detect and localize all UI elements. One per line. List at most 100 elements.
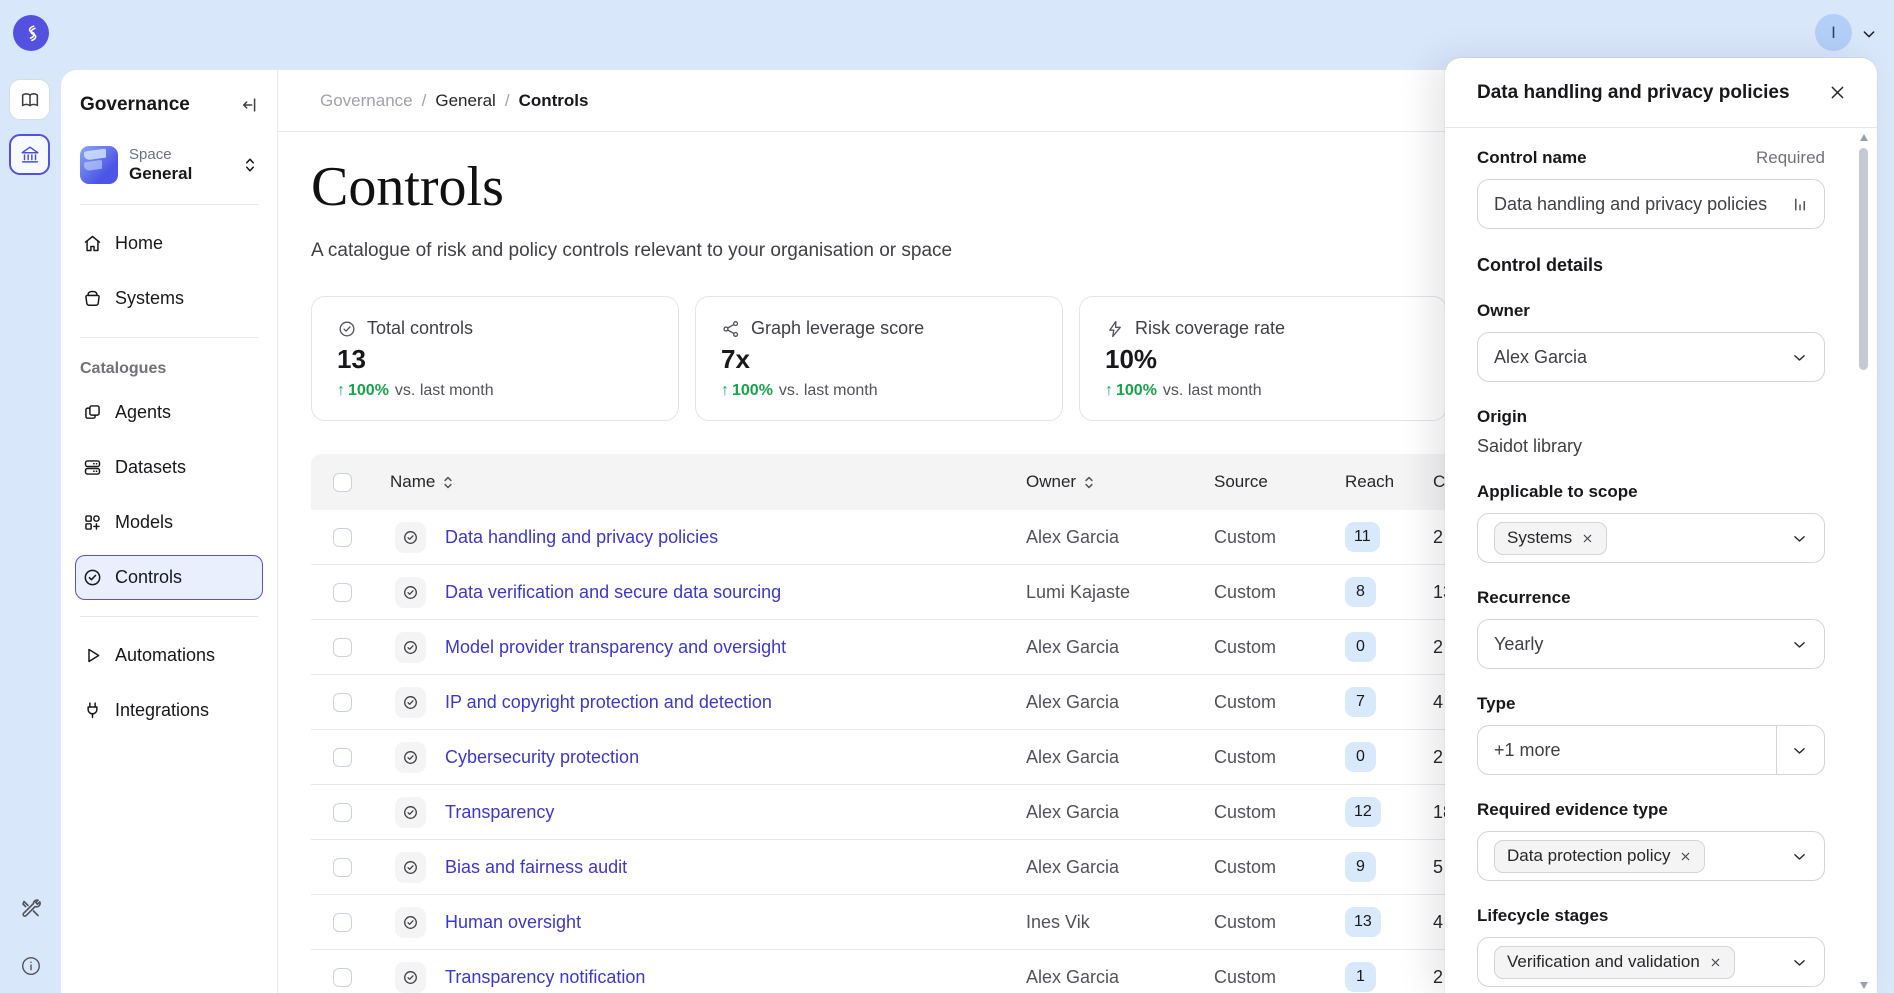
- trend-up-icon: ↑: [337, 382, 345, 400]
- sidebar-item-home[interactable]: Home: [75, 221, 263, 266]
- scroll-up-icon[interactable]: [1860, 134, 1868, 141]
- scope-select[interactable]: Systems: [1477, 513, 1825, 563]
- home-icon: [82, 233, 103, 254]
- column-header-source[interactable]: Source: [1214, 472, 1345, 492]
- owner-cell: Alex Garcia: [1026, 967, 1214, 988]
- sidebar-item-label: Agents: [115, 402, 171, 423]
- recurrence-select[interactable]: Yearly: [1477, 619, 1825, 669]
- trend-label: vs. last month: [779, 382, 878, 400]
- control-status-icon: [395, 797, 426, 828]
- trend-label: vs. last month: [1163, 382, 1262, 400]
- avatar[interactable]: I: [1815, 14, 1852, 51]
- table-row[interactable]: Cybersecurity protection Alex Garcia Cus…: [311, 730, 1551, 785]
- table-row[interactable]: Data handling and privacy policies Alex …: [311, 510, 1551, 565]
- sidebar-item-datasets[interactable]: Datasets: [75, 445, 263, 490]
- control-name-link[interactable]: Bias and fairness audit: [425, 857, 1026, 878]
- breadcrumb-separator: /: [505, 91, 510, 111]
- section-title: Control details: [1477, 255, 1825, 276]
- table-row[interactable]: Bias and fairness audit Alex Garcia Cust…: [311, 840, 1551, 895]
- sort-icon[interactable]: [1083, 475, 1095, 490]
- sidebar-collapse-button[interactable]: [240, 95, 260, 115]
- column-header-owner[interactable]: Owner: [1026, 472, 1076, 492]
- chip-remove-icon[interactable]: [1709, 956, 1722, 969]
- stat-value: 7x: [721, 344, 1037, 375]
- row-checkbox[interactable]: [333, 858, 352, 877]
- account-chevron-down-icon[interactable]: [1861, 26, 1877, 42]
- type-label: Type: [1477, 694, 1825, 714]
- control-name-link[interactable]: Model provider transparency and oversigh…: [425, 637, 1026, 658]
- lifecycle-label: Lifecycle stages: [1477, 906, 1825, 926]
- table-row[interactable]: Data verification and secure data sourci…: [311, 565, 1551, 620]
- row-checkbox[interactable]: [333, 748, 352, 767]
- space-selector[interactable]: Space General: [75, 142, 263, 188]
- sidebar-item-systems[interactable]: Systems: [75, 276, 263, 321]
- info-icon[interactable]: [20, 955, 42, 977]
- control-name-input[interactable]: Data handling and privacy policies: [1477, 179, 1825, 229]
- row-checkbox[interactable]: [333, 528, 352, 547]
- select-all-checkbox[interactable]: [333, 473, 352, 492]
- sort-icon[interactable]: [442, 475, 454, 490]
- owner-cell: Alex Garcia: [1026, 692, 1214, 713]
- breadcrumb-general[interactable]: General: [435, 91, 495, 111]
- chip-remove-icon[interactable]: [1581, 532, 1594, 545]
- evidence-select[interactable]: Data protection policy: [1477, 831, 1825, 881]
- control-name-link[interactable]: Cybersecurity protection: [425, 747, 1026, 768]
- share-icon: [721, 319, 741, 339]
- chevrons-updown-icon: [242, 156, 258, 174]
- app-root: I: [0, 0, 1894, 993]
- reach-badge: 11: [1345, 522, 1380, 552]
- sidebar-section-label: Catalogues: [80, 360, 277, 378]
- table-row[interactable]: IP and copyright protection and detectio…: [311, 675, 1551, 730]
- row-checkbox[interactable]: [333, 913, 352, 932]
- breadcrumb-governance[interactable]: Governance: [320, 91, 413, 111]
- tools-icon[interactable]: [19, 897, 43, 921]
- table-row[interactable]: Human oversight Ines Vik Custom 13 4: [311, 895, 1551, 950]
- row-checkbox[interactable]: [333, 583, 352, 602]
- reach-badge: 8: [1345, 577, 1376, 607]
- row-checkbox[interactable]: [333, 968, 352, 987]
- sidebar-item-integrations[interactable]: Integrations: [75, 688, 263, 733]
- trend-value: 100%: [1116, 382, 1157, 400]
- source-cell: Custom: [1214, 857, 1345, 878]
- table-row[interactable]: Transparency notification Alex Garcia Cu…: [311, 950, 1551, 993]
- type-select[interactable]: +1 more: [1477, 725, 1825, 775]
- trend-value: 100%: [732, 382, 773, 400]
- lifecycle-select[interactable]: Verification and validation: [1477, 937, 1825, 987]
- row-checkbox[interactable]: [333, 803, 352, 822]
- stat-value: 10%: [1105, 344, 1421, 375]
- close-icon[interactable]: [1828, 83, 1847, 102]
- sidebar-item-automations[interactable]: Automations: [75, 633, 263, 678]
- stat-card-total-controls: Total controls 13 ↑ 100% vs. last month: [311, 296, 679, 421]
- trend-label: vs. last month: [395, 382, 494, 400]
- control-name-label: Control name: [1477, 148, 1587, 168]
- owner-select[interactable]: Alex Garcia: [1477, 332, 1825, 382]
- table-row[interactable]: Transparency Alex Garcia Custom 12 18: [311, 785, 1551, 840]
- governance-rail-button[interactable]: [9, 134, 50, 175]
- scroll-down-icon[interactable]: [1860, 982, 1868, 989]
- sidebar-item-controls[interactable]: Controls: [75, 555, 263, 600]
- sidebar-item-models[interactable]: Models: [75, 500, 263, 545]
- row-checkbox[interactable]: [333, 693, 352, 712]
- table-header: Name Owner Source Reach: [311, 454, 1551, 510]
- column-header-reach[interactable]: Reach: [1345, 472, 1433, 492]
- breadcrumb-separator: /: [422, 91, 427, 111]
- control-name-link[interactable]: Transparency: [425, 802, 1026, 823]
- control-name-link[interactable]: Data handling and privacy policies: [425, 527, 1026, 548]
- table-row[interactable]: Model provider transparency and oversigh…: [311, 620, 1551, 675]
- row-checkbox[interactable]: [333, 638, 352, 657]
- control-name-link[interactable]: Human oversight: [425, 912, 1026, 933]
- chip-remove-icon[interactable]: [1679, 850, 1692, 863]
- library-rail-button[interactable]: [9, 79, 50, 120]
- control-name-link[interactable]: Data verification and secure data sourci…: [425, 582, 1026, 603]
- lightning-icon: [1105, 319, 1125, 339]
- chevron-down-icon: [1791, 954, 1808, 971]
- sidebar-item-agents[interactable]: Agents: [75, 390, 263, 435]
- control-name-link[interactable]: IP and copyright protection and detectio…: [425, 692, 1026, 713]
- required-hint: Required: [1756, 148, 1825, 168]
- control-name-link[interactable]: Transparency notification: [425, 967, 1026, 988]
- column-header-name[interactable]: Name: [390, 472, 435, 492]
- sidebar-item-label: Controls: [115, 567, 182, 588]
- panel-scrollbar[interactable]: [1859, 134, 1869, 989]
- scrollbar-thumb[interactable]: [1859, 148, 1868, 370]
- chevron-down-icon: [1791, 848, 1808, 865]
